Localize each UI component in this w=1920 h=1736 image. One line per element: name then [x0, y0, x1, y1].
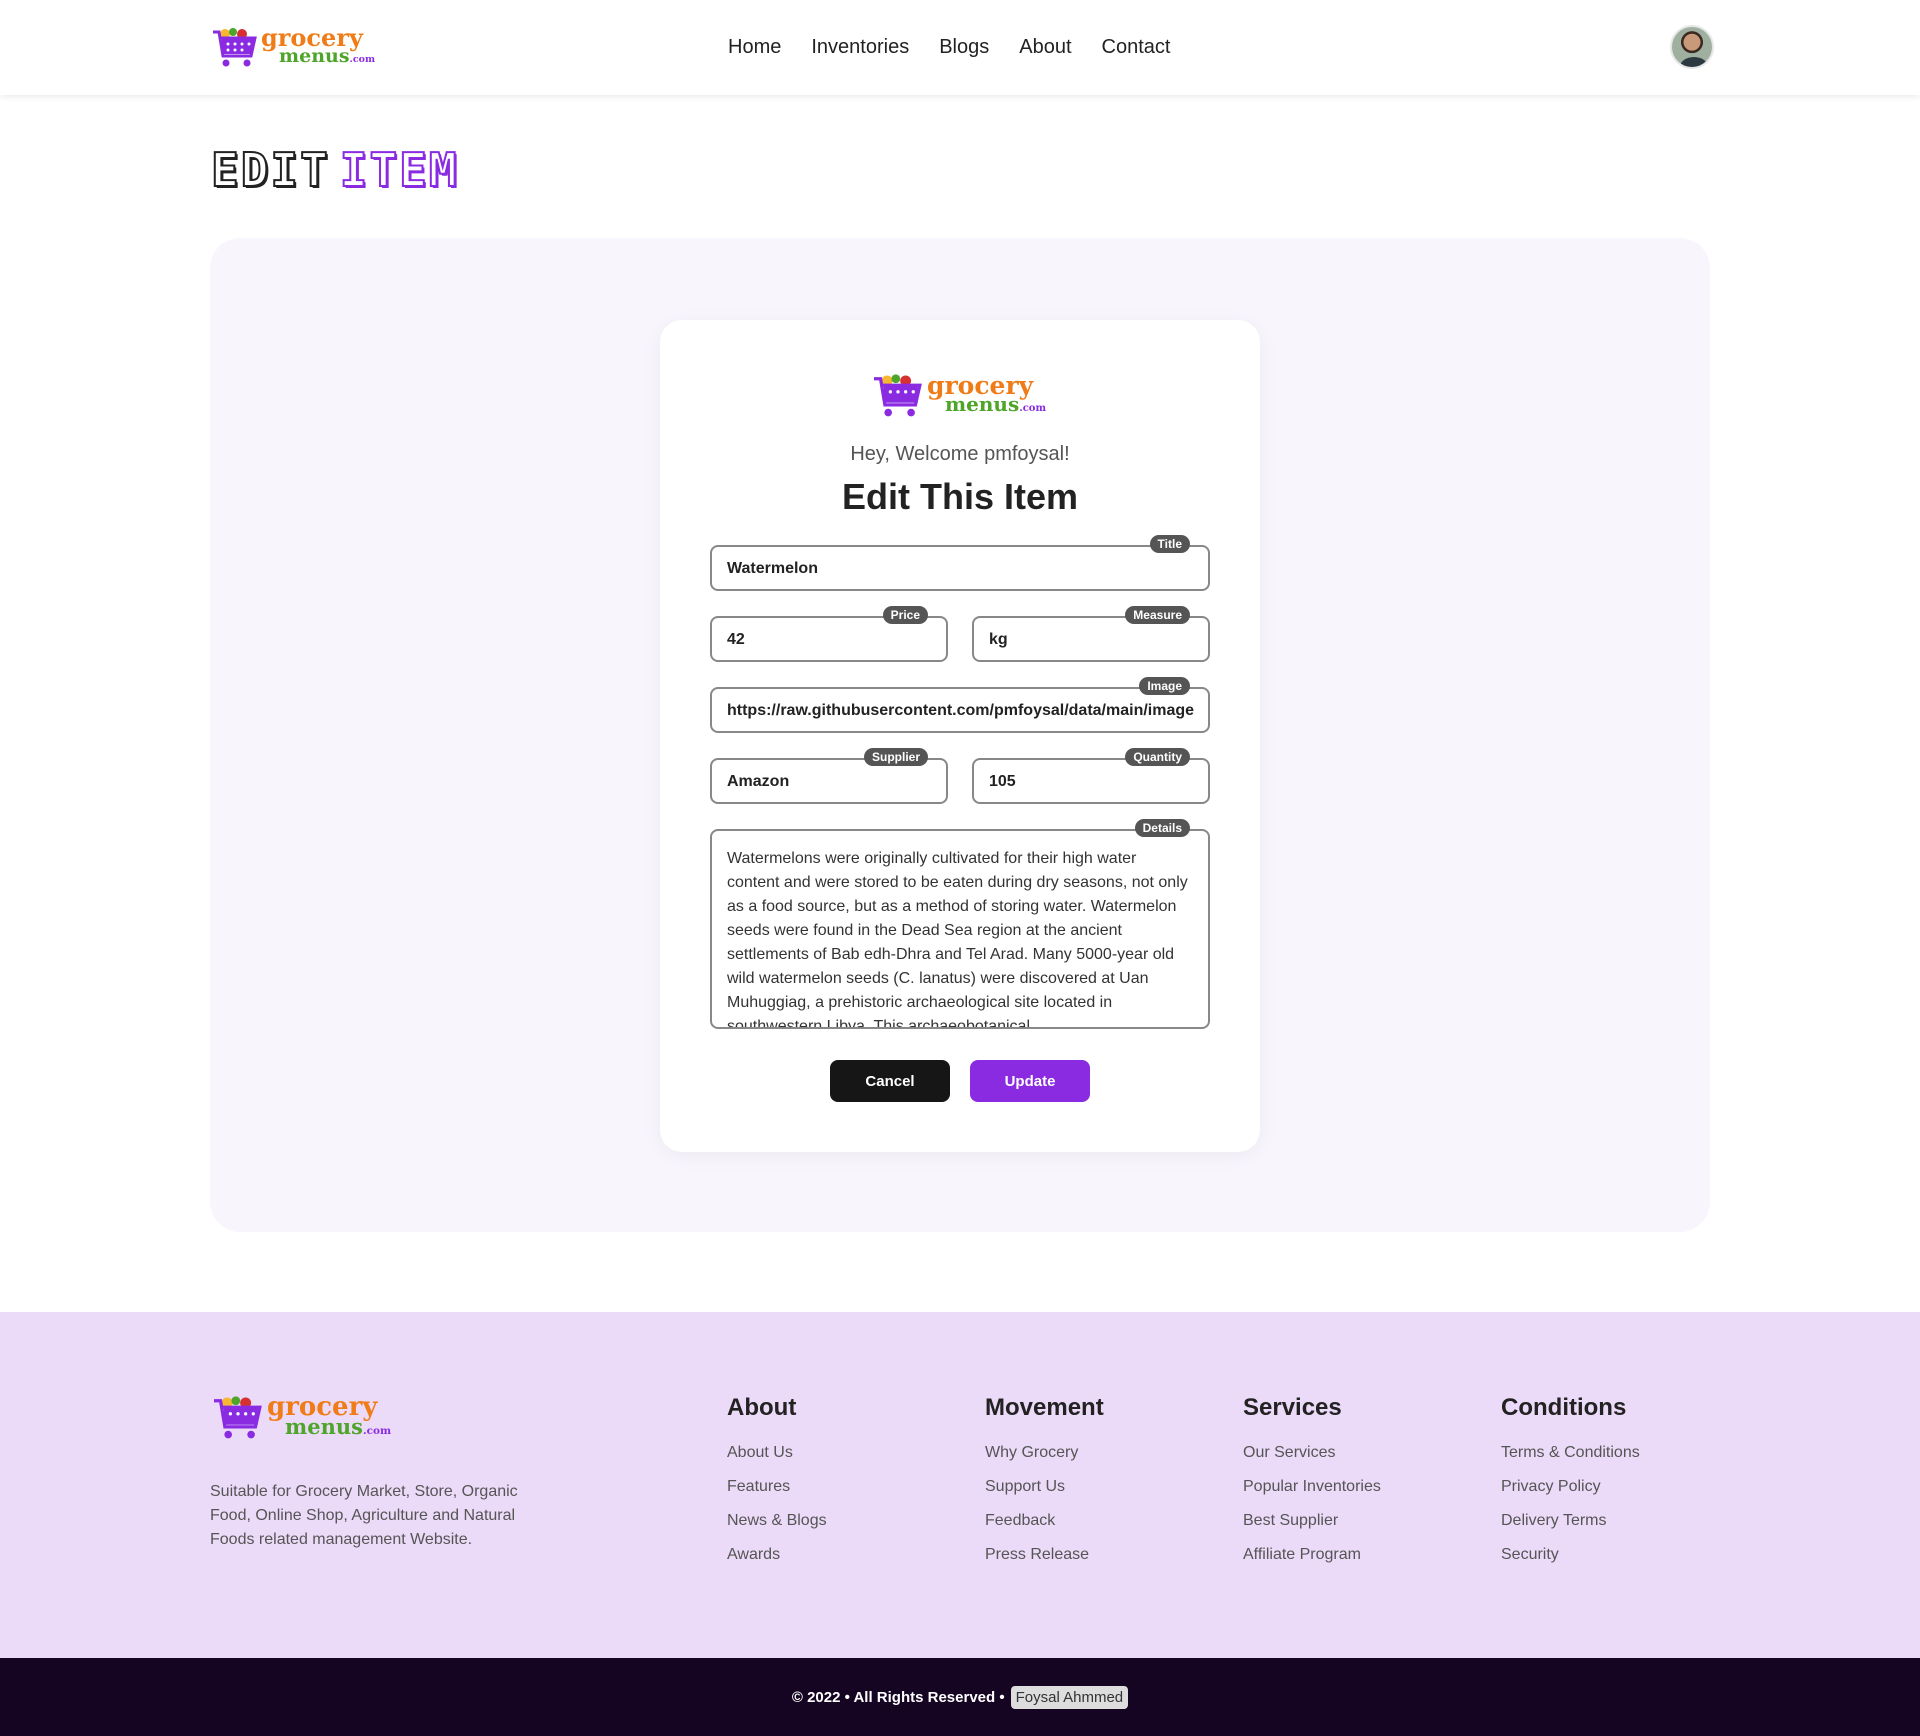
brand-logo[interactable]: grocery menus.com: [211, 24, 375, 68]
footer-link[interactable]: Our Services: [1243, 1444, 1381, 1462]
footer-description: Suitable for Grocery Market, Store, Orga…: [210, 1483, 518, 1548]
footer-link[interactable]: Awards: [727, 1546, 827, 1564]
measure-label: Measure: [1125, 606, 1190, 624]
footer-col-services: Services Our Services Popular Inventorie…: [1243, 1394, 1381, 1580]
cart-logo-icon: [874, 374, 922, 417]
footer-link[interactable]: Terms & Conditions: [1501, 1444, 1640, 1462]
footer-link[interactable]: Why Grocery: [985, 1444, 1104, 1462]
price-field[interactable]: 42 Price: [710, 606, 948, 662]
copyright-text: © 2022 • All Rights Reserved •: [791, 1688, 1005, 1706]
welcome-text: Hey, Welcome pmfoysal!: [850, 443, 1070, 465]
footer-col-title: Conditions: [1501, 1394, 1627, 1421]
quantity-label: Quantity: [1125, 748, 1190, 766]
copyright-bar: © 2022 • All Rights Reserved • Foysal Ah…: [0, 1658, 1920, 1736]
footer-col-title: Services: [1243, 1394, 1342, 1421]
title-label: Title: [1149, 535, 1190, 553]
price-label: Price: [882, 606, 928, 624]
nav-about[interactable]: About: [1019, 36, 1071, 59]
footer-link[interactable]: Delivery Terms: [1501, 1512, 1640, 1530]
footer-link[interactable]: Best Supplier: [1243, 1512, 1381, 1530]
footer-link[interactable]: Popular Inventories: [1243, 1478, 1381, 1496]
cancel-button[interactable]: Cancel: [830, 1060, 950, 1102]
details-label: Details: [1134, 819, 1190, 837]
site-footer: grocery menus.com Suitable for Grocery M…: [0, 1312, 1920, 1658]
footer-col-about: About About Us Features News & Blogs Awa…: [727, 1394, 827, 1580]
footer-col-title: About: [727, 1394, 797, 1421]
title-field[interactable]: Watermelon Title: [710, 535, 1210, 591]
image-label: Image: [1139, 677, 1190, 695]
supplier-label: Supplier: [863, 748, 928, 766]
nav-home[interactable]: Home: [728, 36, 781, 59]
form-logo: grocery menus.com: [871, 370, 1046, 418]
brand-wordmark: grocery menus.com: [261, 22, 376, 68]
image-field[interactable]: https://raw.githubusercontent.com/pmfoys…: [710, 677, 1210, 733]
footer-col-conditions: Conditions Terms & Conditions Privacy Po…: [1501, 1394, 1640, 1580]
nav-contact[interactable]: Contact: [1102, 36, 1171, 59]
supplier-input[interactable]: Amazon: [727, 773, 932, 791]
form-heading: Edit This Item: [841, 476, 1079, 517]
footer-link[interactable]: Features: [727, 1478, 827, 1496]
footer-link[interactable]: Feedback: [985, 1512, 1104, 1530]
footer-link[interactable]: Affiliate Program: [1243, 1546, 1381, 1564]
nav-inventories[interactable]: Inventories: [811, 36, 909, 59]
price-input[interactable]: 42: [727, 631, 932, 649]
update-button[interactable]: Update: [970, 1060, 1090, 1102]
measure-field[interactable]: kg Measure: [972, 606, 1210, 662]
footer-logo[interactable]: grocery menus.com: [211, 1392, 391, 1440]
footer-link[interactable]: Support Us: [985, 1478, 1104, 1496]
cart-logo-icon: [213, 28, 257, 67]
footer-link[interactable]: News & Blogs: [727, 1512, 827, 1530]
footer-link[interactable]: Security: [1501, 1546, 1640, 1564]
footer-col-title: Movement: [985, 1394, 1104, 1421]
quantity-input[interactable]: 105: [989, 773, 1194, 791]
details-textarea[interactable]: Watermelons were originally cultivated f…: [727, 847, 1188, 1027]
user-avatar[interactable]: [1670, 25, 1714, 69]
measure-input[interactable]: kg: [989, 631, 1194, 649]
details-field[interactable]: Watermelons were originally cultivated f…: [710, 819, 1210, 1029]
page-title: EDIT ITEM: [210, 142, 459, 198]
quantity-field[interactable]: 105 Quantity: [972, 748, 1210, 804]
footer-link[interactable]: About Us: [727, 1444, 827, 1462]
title-input[interactable]: Watermelon: [727, 560, 1194, 578]
author-name[interactable]: Foysal Ahmmed: [1010, 1685, 1129, 1709]
nav-blogs[interactable]: Blogs: [939, 36, 989, 59]
image-input[interactable]: https://raw.githubusercontent.com/pmfoys…: [727, 702, 1194, 720]
edit-form-card: grocery menus.com Hey, Welcome pmfoysal!…: [660, 320, 1260, 1152]
footer-link[interactable]: Privacy Policy: [1501, 1478, 1640, 1496]
footer-col-movement: Movement Why Grocery Support Us Feedback…: [985, 1394, 1104, 1580]
site-header: grocery menus.com Home Inventories Blogs…: [0, 0, 1920, 95]
cart-logo-icon: [214, 1396, 262, 1439]
main-nav: Home Inventories Blogs About Contact: [728, 36, 1170, 59]
footer-link[interactable]: Press Release: [985, 1546, 1104, 1564]
supplier-field[interactable]: Amazon Supplier: [710, 748, 948, 804]
